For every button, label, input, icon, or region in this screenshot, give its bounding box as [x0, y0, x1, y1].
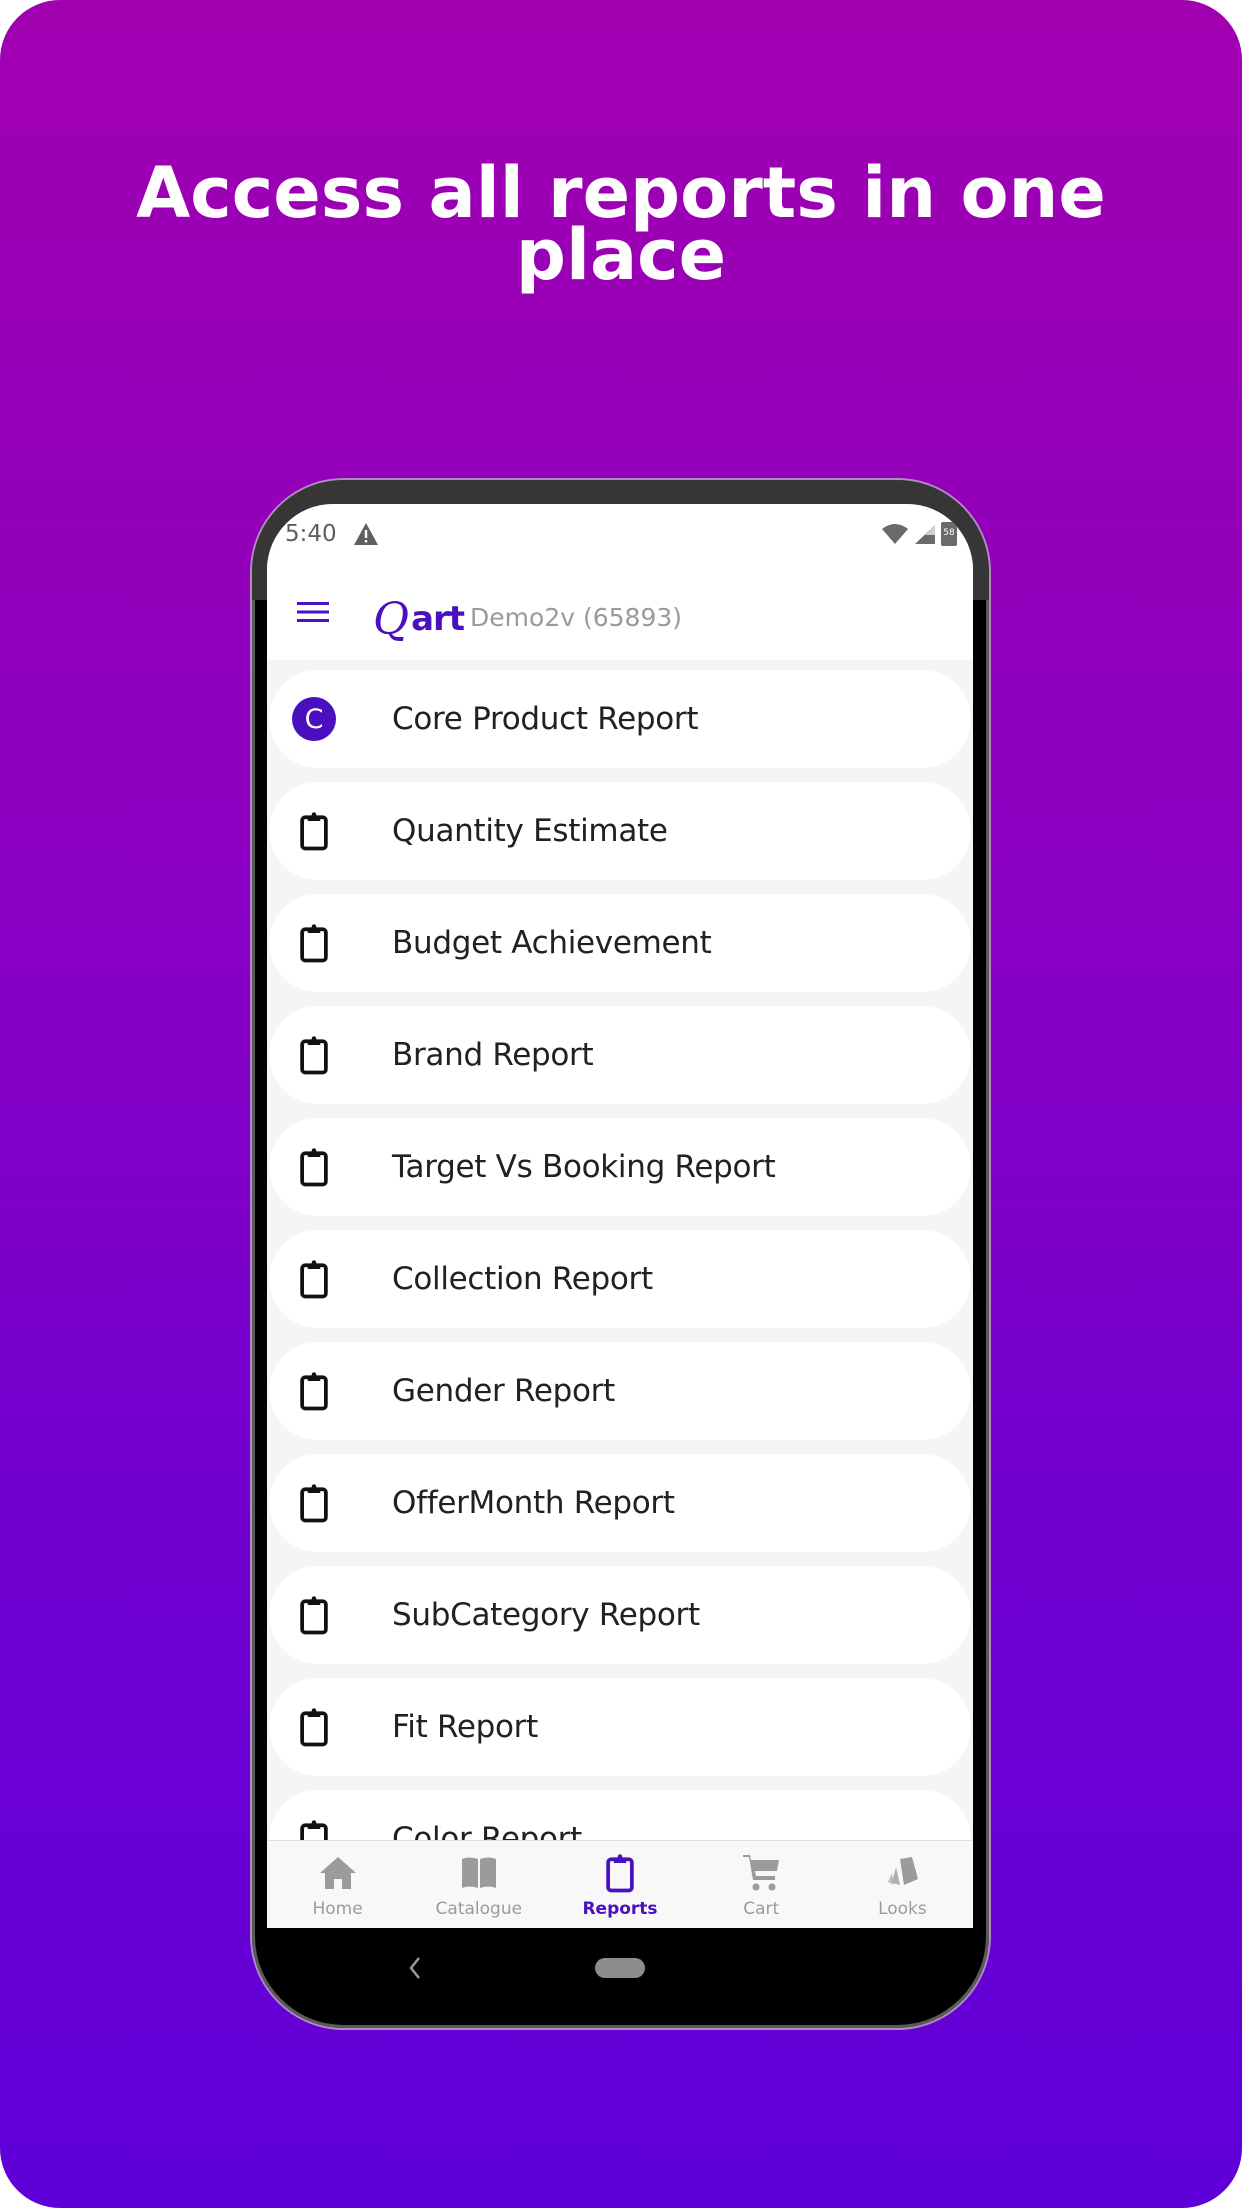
nav-item-home[interactable]: Home	[267, 1841, 408, 1928]
home-icon	[316, 1851, 360, 1895]
clipboard-icon	[291, 1704, 337, 1750]
book-icon	[457, 1851, 501, 1895]
report-list-item[interactable]: Brand Report	[269, 1006, 971, 1104]
nav-label: Looks	[878, 1899, 927, 1919]
report-label: Collection Report	[392, 1261, 653, 1297]
promo-background: Access all reports in one place 5:40 58 …	[0, 0, 1242, 2208]
report-label: OfferMonth Report	[392, 1485, 675, 1521]
clipboard-icon	[300, 1260, 328, 1299]
report-label: Brand Report	[392, 1037, 594, 1073]
clipboard-icon	[598, 1851, 642, 1895]
report-list-item[interactable]: Budget Achievement	[269, 894, 971, 992]
report-list-item[interactable]: C Core Product Report	[269, 670, 971, 768]
clipboard-icon	[300, 1372, 328, 1411]
report-label: Target Vs Booking Report	[392, 1149, 776, 1185]
report-avatar: C	[291, 696, 337, 742]
back-icon[interactable]	[405, 1950, 425, 1986]
swatch-icon	[880, 1851, 924, 1895]
home-pill-button[interactable]	[595, 1958, 645, 1978]
wifi-icon	[882, 524, 908, 544]
report-list-item[interactable]: Fit Report	[269, 1678, 971, 1776]
clipboard-icon	[300, 1036, 328, 1075]
hamburger-menu-icon	[297, 602, 329, 622]
status-time: 5:40	[285, 521, 337, 547]
avatar-letter-icon: C	[292, 697, 336, 741]
menu-button[interactable]	[285, 584, 341, 640]
report-label: SubCategory Report	[392, 1597, 700, 1633]
clipboard-icon	[300, 812, 328, 851]
app-bar: Q art Demo2v (65893)	[267, 564, 973, 660]
report-label: Fit Report	[392, 1709, 538, 1745]
signal-icon	[915, 525, 935, 544]
nav-label: Reports	[582, 1899, 658, 1919]
clipboard-icon	[300, 1708, 328, 1747]
nav-label: Cart	[743, 1899, 780, 1919]
nav-item-reports[interactable]: Reports	[549, 1841, 690, 1928]
report-label: Core Product Report	[392, 701, 699, 737]
clipboard-icon	[291, 1368, 337, 1414]
nav-label: Catalogue	[435, 1899, 523, 1919]
clipboard-icon	[300, 924, 328, 963]
qart-logo: Q art Demo2v (65893)	[373, 582, 682, 642]
report-label: Gender Report	[392, 1373, 615, 1409]
clipboard-icon	[291, 1144, 337, 1190]
report-list-item[interactable]: Collection Report	[269, 1230, 971, 1328]
clipboard-icon	[300, 1148, 328, 1187]
logo-mark: Q	[373, 594, 410, 645]
report-list-item[interactable]: Target Vs Booking Report	[269, 1118, 971, 1216]
store-name: Demo2v (65893)	[470, 603, 683, 632]
cart-icon	[739, 1851, 783, 1895]
clipboard-icon	[300, 1484, 328, 1523]
report-label: Quantity Estimate	[392, 813, 668, 849]
clipboard-icon	[300, 1596, 328, 1635]
headline-line-2: place	[515, 214, 727, 296]
system-navigation-bar	[267, 1928, 973, 2008]
clipboard-icon	[291, 1480, 337, 1526]
nav-item-cart[interactable]: Cart	[691, 1841, 832, 1928]
report-list-item[interactable]: SubCategory Report	[269, 1566, 971, 1664]
clipboard-icon	[606, 1854, 634, 1893]
clipboard-icon	[291, 1256, 337, 1302]
report-list-item[interactable]: Gender Report	[269, 1342, 971, 1440]
app-screen: 5:40 58 Q art Demo2v (65893) C Core Prod…	[267, 504, 973, 1928]
battery-level: 58	[943, 528, 955, 538]
battery-icon: 58	[941, 522, 957, 546]
logo-text: art	[411, 599, 465, 639]
report-list-item[interactable]: OfferMonth Report	[269, 1454, 971, 1552]
clipboard-icon	[291, 1032, 337, 1078]
clipboard-icon	[291, 1592, 337, 1638]
alert-icon	[353, 523, 378, 545]
clipboard-icon	[291, 920, 337, 966]
nav-item-catalogue[interactable]: Catalogue	[408, 1841, 549, 1928]
status-bar: 5:40 58	[267, 504, 973, 564]
nav-item-looks[interactable]: Looks	[832, 1841, 973, 1928]
clipboard-icon	[291, 808, 337, 854]
bottom-navigation: Home Catalogue Reports Cart Looks	[267, 1840, 973, 1928]
report-list-item[interactable]: Quantity Estimate	[269, 782, 971, 880]
report-label: Budget Achievement	[392, 925, 712, 961]
nav-label: Home	[312, 1899, 363, 1919]
